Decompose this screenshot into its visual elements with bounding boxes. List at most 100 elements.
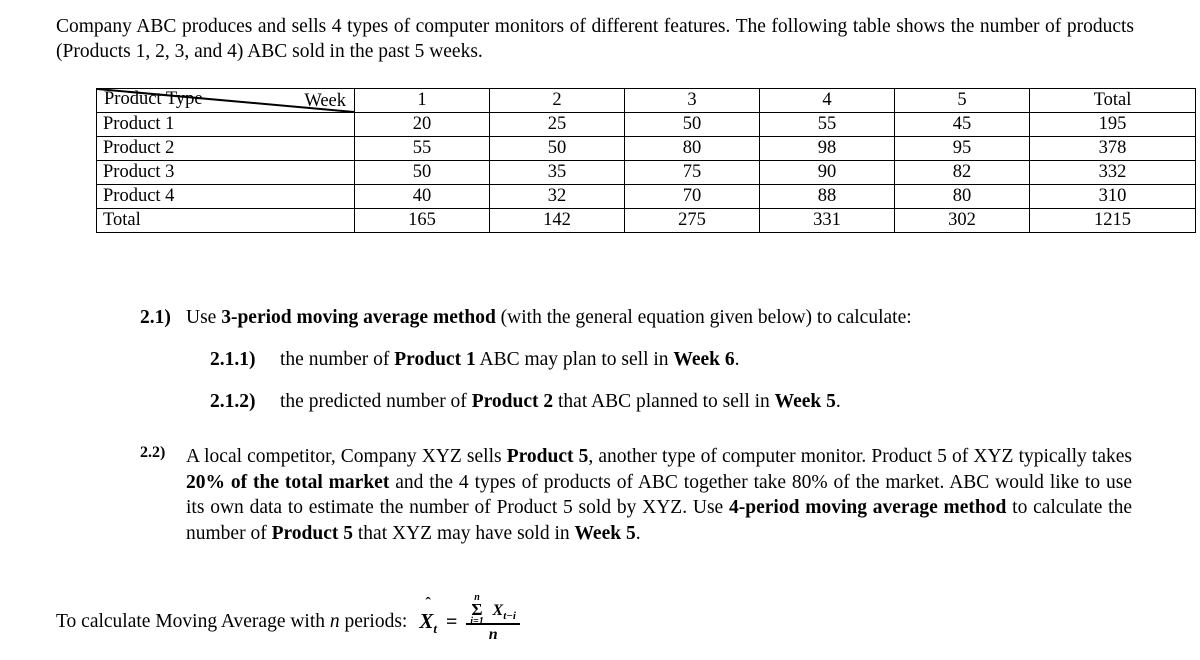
- q212-bold-2: Week 5: [774, 391, 836, 412]
- numerator-term: Xt−i: [492, 602, 516, 623]
- q22-bold-5: Week 5: [574, 522, 636, 544]
- q212-seg-1: the predicted number of: [280, 391, 472, 412]
- question-2-1-2-text: the predicted number of Product 2 that A…: [280, 389, 1090, 414]
- cell-product-2-week-5: 95: [894, 136, 1030, 161]
- formula-lhs-subscript: t: [433, 621, 437, 637]
- cell-product-3-total: 332: [1029, 160, 1196, 185]
- q211-seg-3: .: [734, 349, 740, 370]
- q22-seg-2: , another type of computer monitor. Prod…: [588, 446, 1132, 467]
- cell-product-1-week-4: 55: [759, 112, 895, 137]
- column-header-total: Total: [1029, 88, 1196, 113]
- cell-product-1-week-1: 20: [354, 112, 490, 137]
- column-header-week-2: 2: [489, 88, 625, 113]
- row-label-total: Total: [96, 208, 355, 233]
- cell-product-4-week-2: 32: [489, 184, 625, 209]
- formula-fraction: n Σi=1 Xt−i n: [466, 592, 520, 644]
- question-2-2-number: 2.2): [140, 444, 166, 461]
- formula-denominator: n: [488, 626, 498, 644]
- q211-bold-2: Week 6: [673, 349, 735, 370]
- column-header-week-1: 1: [354, 88, 490, 113]
- table-row: Product 4 40 32 70 88 80 310: [96, 184, 1196, 209]
- question-2-2-block: 2.2) A local competitor, Company XYZ sel…: [140, 444, 1132, 546]
- cell-product-3-week-5: 82: [894, 160, 1030, 185]
- cell-total-week-5: 302: [894, 208, 1030, 233]
- q211-seg-1: the number of: [280, 349, 395, 370]
- formula-numerator: n Σi=1 Xt−i: [466, 592, 520, 627]
- q22-bold-3: 4-period moving average method: [729, 497, 1007, 518]
- moving-average-formula-line: To calculate Moving Average with n perio…: [56, 592, 520, 644]
- cell-product-4-week-4: 88: [759, 184, 895, 209]
- cell-product-2-week-4: 98: [759, 136, 895, 161]
- question-2-1-1: 2.1.1) the number of Product 1 ABC may p…: [210, 347, 1090, 372]
- cell-product-2-week-3: 80: [624, 136, 760, 161]
- column-header-week-3: 3: [624, 88, 760, 113]
- q22-seg-5: that XYZ may have sold in: [353, 522, 575, 544]
- numerator-symbol: X: [492, 602, 504, 619]
- row-label-product-1: Product 1: [96, 112, 355, 137]
- intro-paragraph: Company ABC produces and sells 4 types o…: [56, 16, 1134, 62]
- question-2-2-text: A local competitor, Company XYZ sells Pr…: [186, 444, 1132, 546]
- question-2-1-text: Use 3-period moving average method (with…: [186, 305, 1090, 330]
- table-row: Product 2 55 50 80 98 95 378: [96, 136, 1196, 161]
- cell-total-week-1: 165: [354, 208, 490, 233]
- sales-table-wrapper: Week Product Type 1 2 3 4 5 Total Produc…: [96, 88, 1196, 233]
- sigma-lower-limit: i=1: [470, 616, 484, 627]
- q22-bold-2: 20% of the total market: [186, 471, 390, 493]
- q22-bold-4: Product 5: [271, 522, 353, 544]
- corner-week-label: Week: [304, 91, 346, 111]
- question-2-1-2: 2.1.2) the predicted number of Product 2…: [210, 389, 1090, 414]
- question-2-1-1-text: the number of Product 1 ABC may plan to …: [280, 347, 1090, 372]
- table-row: Total 165 142 275 331 302 1215: [96, 208, 1196, 233]
- q21-seg-1: Use: [186, 307, 222, 328]
- cell-total-week-2: 142: [489, 208, 625, 233]
- cell-product-3-week-1: 50: [354, 160, 490, 185]
- cell-product-1-total: 195: [1029, 112, 1196, 137]
- question-2-1-2-number: 2.1.2): [210, 391, 256, 412]
- table-row: Product 1 20 25 50 55 45 195: [96, 112, 1196, 137]
- cell-product-1-week-3: 50: [624, 112, 760, 137]
- question-2-1-1-number: 2.1.1): [210, 349, 256, 370]
- table-row: Product 3 50 35 75 90 82 332: [96, 160, 1196, 185]
- cell-product-4-total: 310: [1029, 184, 1196, 209]
- cell-product-1-week-2: 25: [489, 112, 625, 137]
- cell-product-2-week-2: 50: [489, 136, 625, 161]
- cell-product-4-week-5: 80: [894, 184, 1030, 209]
- cell-product-4-week-1: 40: [354, 184, 490, 209]
- q211-seg-2: ABC may plan to sell in: [475, 349, 674, 370]
- cell-product-3-week-2: 35: [489, 160, 625, 185]
- row-label-product-4: Product 4: [96, 184, 355, 209]
- q212-bold-1: Product 2: [471, 391, 554, 412]
- cell-product-2-total: 378: [1029, 136, 1196, 161]
- question-2-1-number: 2.1): [140, 307, 171, 328]
- cell-product-3-week-3: 75: [624, 160, 760, 185]
- header-corner-cell: Week Product Type: [96, 88, 355, 113]
- formula-label-text: To calculate Moving Average with: [56, 611, 326, 633]
- q21-seg-2: (with the general equation given below) …: [495, 307, 912, 328]
- cell-product-1-week-5: 45: [894, 112, 1030, 137]
- q212-seg-2: that ABC planned to sell in: [553, 391, 775, 412]
- corner-product-type-label: Product Type: [104, 89, 203, 109]
- cell-product-4-week-3: 70: [624, 184, 760, 209]
- summation-icon: n Σi=1: [470, 592, 483, 627]
- q22-seg-1: A local competitor, Company XYZ sells: [186, 446, 507, 467]
- equals-sign: =: [446, 610, 458, 633]
- q22-seg-6: .: [635, 522, 641, 544]
- cell-product-3-week-4: 90: [759, 160, 895, 185]
- numerator-subscript: t−i: [503, 610, 516, 623]
- q22-bold-1: Product 5: [506, 446, 589, 467]
- weekly-sales-table: Week Product Type 1 2 3 4 5 Total Produc…: [96, 88, 1196, 233]
- formula-lhs-symbol: X: [419, 609, 434, 633]
- column-header-week-5: 5: [894, 88, 1030, 113]
- table-header-row: Week Product Type 1 2 3 4 5 Total: [96, 88, 1196, 113]
- row-label-product-2: Product 2: [96, 136, 355, 161]
- q21-bold-1: 3-period moving average method: [221, 307, 496, 328]
- row-label-product-3: Product 3: [96, 160, 355, 185]
- formula-lhs: ̂Xt: [419, 607, 437, 637]
- formula-label: To calculate Moving Average with n perio…: [56, 611, 407, 633]
- question-2-1: 2.1) Use 3-period moving average method …: [140, 305, 1090, 330]
- q212-seg-3: .: [835, 391, 841, 412]
- cell-product-2-week-1: 55: [354, 136, 490, 161]
- column-header-week-4: 4: [759, 88, 895, 113]
- formula-label-tail: periods:: [344, 611, 408, 633]
- q211-bold-1: Product 1: [394, 349, 476, 370]
